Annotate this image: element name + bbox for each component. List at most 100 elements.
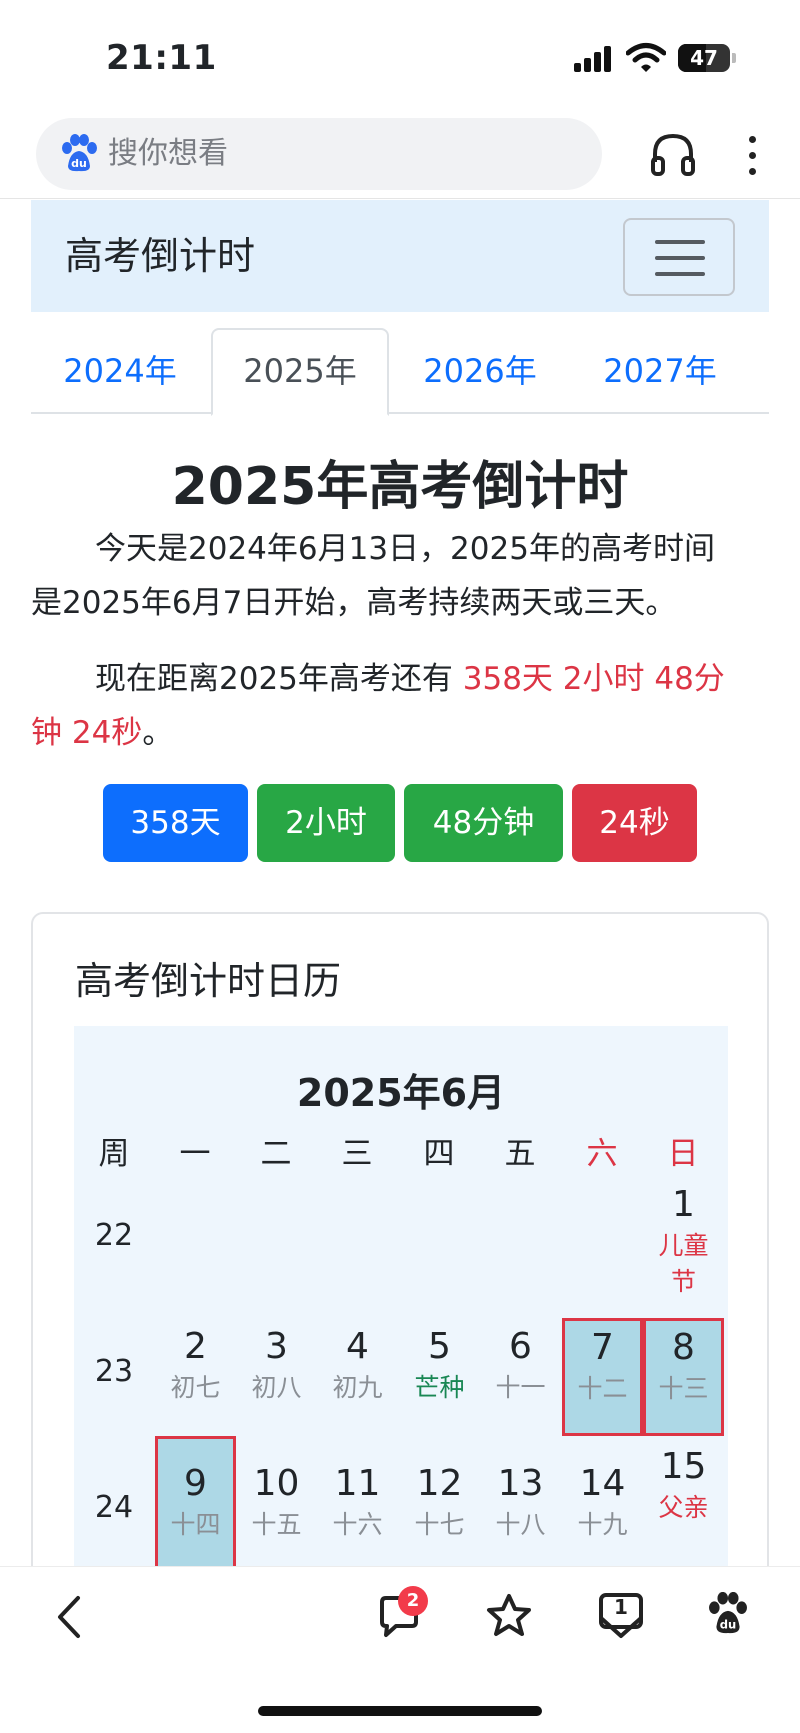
battery-icon: 47 [678, 44, 730, 72]
header-mon: 一 [179, 1136, 211, 1172]
day-number: 5 [428, 1326, 451, 1367]
intro-line-1: 今天是2024年6月13日，2025年的高考时间 [95, 531, 715, 567]
week-number: 22 [94, 1218, 134, 1253]
remaining-value-1: 358天 2小时 48分 [462, 661, 725, 697]
day-lunar: 初八 [251, 1373, 302, 1402]
day-lunar: 十八 [495, 1510, 546, 1539]
week-number: 24 [94, 1490, 134, 1525]
day-number: 9 [184, 1463, 207, 1504]
calendar-day[interactable]: 11 十六 [317, 1436, 398, 1543]
day-lunar: 芒种 [414, 1373, 465, 1402]
tab-count: 1 [614, 1595, 628, 1619]
day-lunar: 十九 [577, 1510, 628, 1539]
day-number: 6 [509, 1326, 532, 1367]
day-number: 10 [253, 1463, 300, 1504]
status-time: 21:11 [106, 38, 217, 78]
baidu-paw-icon: du [62, 134, 97, 172]
calendar-day[interactable]: 14 十九 [562, 1436, 643, 1543]
site-navbar: 高考倒计时 [31, 200, 769, 312]
more-options-icon[interactable] [744, 134, 760, 178]
calendar-card: 高考倒计时日历 2025年6月 周 一 二 三 四 五 六 日 22 1 儿童 … [31, 912, 769, 1612]
cellular-signal-icon [574, 46, 614, 72]
message-count-badge: 2 [398, 1586, 428, 1616]
calendar-day[interactable]: 15 父亲 [643, 1436, 724, 1526]
battery-level: 47 [690, 46, 718, 70]
header-sun: 日 [667, 1136, 699, 1172]
calendar-day[interactable]: 2 初七 [155, 1318, 236, 1430]
day-number: 3 [265, 1326, 288, 1367]
tab-2027[interactable]: 2027年 [571, 328, 749, 414]
tab-2024[interactable]: 2024年 [31, 328, 209, 414]
intro-paragraph: 今天是2024年6月13日，2025年的高考时间 是2025年6月7日开始，高考… [31, 522, 771, 630]
remaining-paragraph: 现在距离2025年高考还有 358天 2小时 48分 钟 24秒。 [31, 652, 771, 760]
header-tue: 二 [260, 1136, 292, 1172]
day-lunar: 父亲 [658, 1493, 709, 1522]
year-tabs: 2024年 2025年 2026年 2027年 [31, 328, 769, 416]
countdown-badges: 358天 2小时 48分钟 24秒 [0, 784, 800, 862]
browser-search-bar[interactable]: du 搜你想看 [36, 118, 602, 190]
home-indicator [258, 1706, 542, 1716]
calendar-day[interactable]: 6 十一 [480, 1318, 561, 1430]
menu-toggle-button[interactable] [623, 218, 735, 296]
browser-divider [0, 198, 800, 199]
day-number: 15 [660, 1446, 707, 1487]
calendar-day-exam[interactable]: 9 十四 [155, 1436, 236, 1586]
calendar-day[interactable]: 1 儿童 节 [643, 1182, 724, 1300]
hours-badge: 2小时 [257, 784, 395, 862]
header-sat: 六 [586, 1136, 618, 1172]
seconds-badge: 24秒 [572, 784, 697, 862]
search-input[interactable]: 搜你想看 [108, 118, 228, 190]
day-number: 4 [346, 1326, 369, 1367]
battery-nub [732, 53, 736, 63]
svg-text:du: du [720, 1618, 737, 1632]
header-thu: 四 [423, 1136, 455, 1172]
day-lunar: 十三 [658, 1374, 709, 1403]
headphones-icon[interactable] [650, 132, 696, 176]
day-number: 8 [672, 1327, 695, 1368]
remaining-suffix: 。 [142, 715, 174, 751]
calendar-day-exam[interactable]: 8 十三 [643, 1318, 724, 1436]
favorite-star-icon[interactable] [484, 1592, 534, 1640]
remaining-value-2: 钟 24秒 [31, 715, 143, 751]
day-lunar: 初七 [170, 1373, 221, 1402]
status-bar: 21:11 47 [0, 0, 800, 110]
calendar-day[interactable]: 4 初九 [317, 1318, 398, 1430]
days-badge: 358天 [103, 784, 248, 862]
calendar-card-title: 高考倒计时日历 [75, 959, 342, 1003]
navbar-brand[interactable]: 高考倒计时 [65, 200, 255, 312]
day-lunar: 节 [670, 1267, 696, 1296]
calendar-day[interactable]: 5 芒种 [399, 1318, 480, 1430]
calendar-month-title: 2025年6月 [296, 1071, 506, 1115]
day-lunar: 十六 [332, 1510, 383, 1539]
day-number: 7 [591, 1327, 614, 1368]
tab-2025[interactable]: 2025年 [211, 328, 389, 416]
calendar-day[interactable]: 10 十五 [236, 1436, 317, 1543]
back-icon[interactable] [54, 1594, 84, 1640]
calendar-day[interactable]: 13 十八 [480, 1436, 561, 1543]
wifi-icon [626, 43, 666, 72]
calendar-grid: 2025年6月 周 一 二 三 四 五 六 日 22 1 儿童 节 23 2 初… [74, 1026, 728, 1610]
header-fri: 五 [504, 1136, 536, 1172]
day-lunar: 十四 [170, 1510, 221, 1539]
day-number: 11 [334, 1463, 381, 1504]
day-lunar: 十五 [251, 1510, 302, 1539]
baidu-icon[interactable]: du [708, 1592, 748, 1636]
page-title: 2025年高考倒计时 [171, 457, 629, 517]
svg-text:du: du [71, 157, 87, 170]
day-number: 14 [579, 1463, 626, 1504]
intro-line-2: 是2025年6月7日开始，高考持续两天或三天。 [31, 585, 677, 621]
day-number: 1 [672, 1184, 695, 1225]
day-number: 13 [497, 1463, 544, 1504]
day-lunar: 十二 [577, 1374, 628, 1403]
day-number: 2 [184, 1326, 207, 1367]
calendar-day[interactable]: 3 初八 [236, 1318, 317, 1430]
day-lunar: 初九 [332, 1373, 383, 1402]
week-number: 23 [94, 1354, 134, 1389]
header-week: 周 [98, 1136, 130, 1172]
day-number: 12 [416, 1463, 463, 1504]
header-wed: 三 [341, 1136, 373, 1172]
tab-2026[interactable]: 2026年 [391, 328, 569, 414]
calendar-day[interactable]: 12 十七 [399, 1436, 480, 1543]
calendar-day-exam[interactable]: 7 十二 [562, 1318, 643, 1436]
remaining-prefix: 现在距离2025年高考还有 [95, 661, 463, 697]
